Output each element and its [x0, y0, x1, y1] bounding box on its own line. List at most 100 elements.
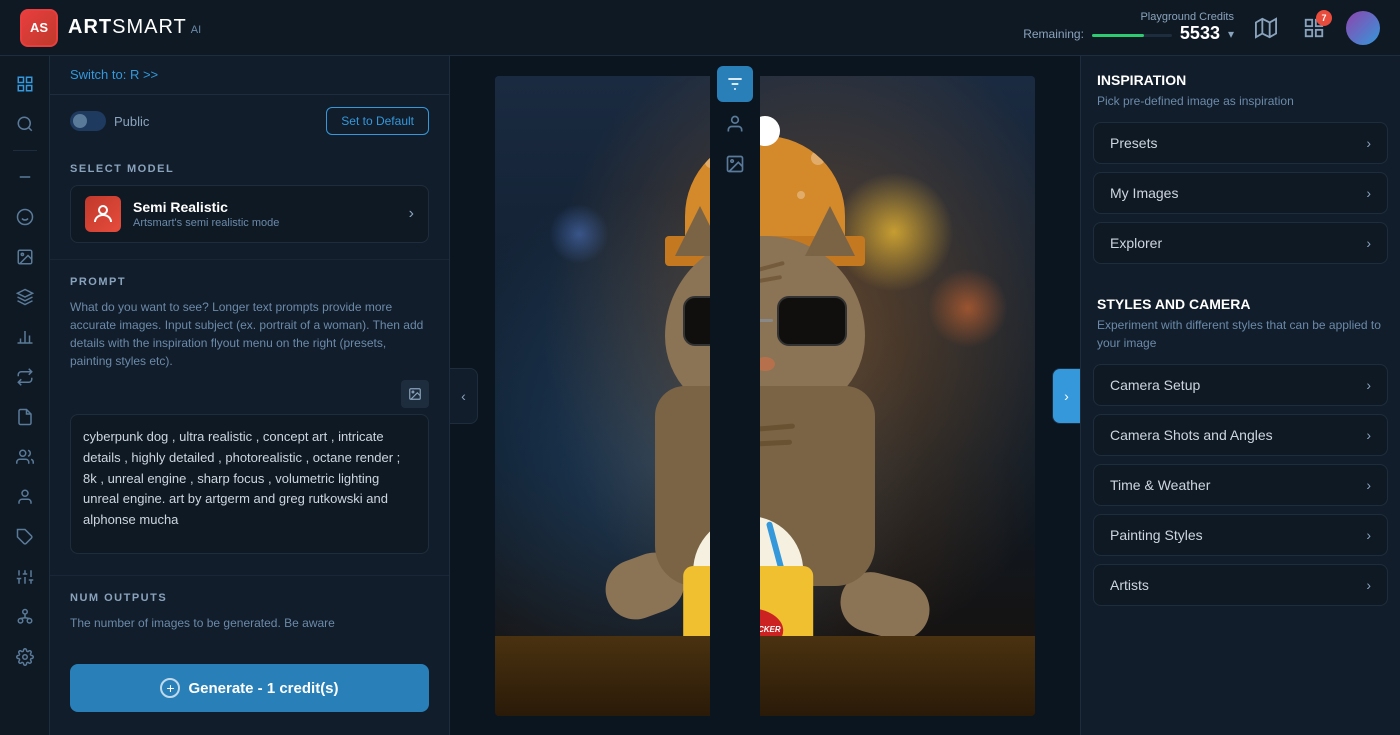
accordion-painting-styles-label: Painting Styles: [1110, 527, 1203, 543]
sidebar-icon-person[interactable]: [7, 479, 43, 515]
cat-body-group: hbehSUCKER: [595, 136, 935, 716]
sidebar-icon-sliders[interactable]: [7, 559, 43, 595]
logo-icon: AS: [20, 9, 58, 47]
credits-label: Playground Credits: [1023, 11, 1234, 23]
prompt-toolbar: [70, 380, 429, 408]
strip-icon-person[interactable]: [717, 106, 753, 142]
right-strip: [710, 56, 760, 735]
accordion-presets-label: Presets: [1110, 135, 1157, 151]
accordion-time-weather-chevron: ›: [1366, 477, 1371, 493]
map-icon-btn[interactable]: [1250, 12, 1282, 44]
accordion-explorer-header[interactable]: Explorer ›: [1094, 223, 1387, 263]
model-selector[interactable]: Semi Realistic Artsmart's semi realistic…: [70, 185, 429, 243]
model-desc: Artsmart's semi realistic mode: [133, 217, 397, 229]
right-panel: INSPIRATION Pick pre-defined image as in…: [1080, 56, 1400, 735]
collapse-left-btn[interactable]: ‹: [450, 368, 478, 424]
accordion-my-images-chevron: ›: [1366, 185, 1371, 201]
credits-dropdown-chevron[interactable]: ▾: [1228, 27, 1234, 41]
accordion-my-images-header[interactable]: My Images ›: [1094, 173, 1387, 213]
accordion-time-weather-header[interactable]: Time & Weather ›: [1094, 465, 1387, 505]
generate-label: Generate - 1 credit(s): [188, 680, 338, 697]
strip-icon-filter[interactable]: [717, 66, 753, 102]
credits-amount: 5533: [1180, 23, 1220, 44]
accordion-artists-chevron: ›: [1366, 577, 1371, 593]
sidebar-icon-document[interactable]: [7, 399, 43, 435]
cat-ear-right: [805, 206, 855, 256]
sidebar-icon-network[interactable]: [7, 599, 43, 635]
prompt-title: PROMPT: [70, 276, 429, 288]
accordion-time-weather: Time & Weather ›: [1093, 464, 1388, 506]
sunglasses: [683, 296, 847, 346]
accordion-camera-setup-label: Camera Setup: [1110, 377, 1200, 393]
switch-to-bar: Switch to: R >>: [50, 56, 449, 95]
accordion-camera-shots-chevron: ›: [1366, 427, 1371, 443]
sidebar-icon-image[interactable]: [7, 239, 43, 275]
sidebar-icon-search[interactable]: [7, 106, 43, 142]
accordion-artists-header[interactable]: Artists ›: [1094, 565, 1387, 605]
left-panel: Switch to: R >> Public Set to Default SE…: [50, 56, 450, 735]
prompt-input[interactable]: cyberpunk dog , ultra realistic , concep…: [70, 414, 429, 554]
center-area: ‹: [450, 56, 1080, 735]
accordion-my-images: My Images ›: [1093, 172, 1388, 214]
sidebar-icon-grid[interactable]: [7, 66, 43, 102]
credits-area: Playground Credits Remaining: 5533 ▾: [1023, 11, 1234, 44]
credits-value: Remaining: 5533 ▾: [1023, 23, 1234, 44]
model-name: Semi Realistic: [133, 199, 397, 215]
styles-title: STYLES AND CAMERA: [1081, 280, 1400, 316]
hat-polka-4: [797, 191, 805, 199]
toggle-wrap: Public: [70, 111, 314, 131]
accordion-camera-shots: Camera Shots and Angles ›: [1093, 414, 1388, 456]
sidebar-icon-transfer[interactable]: [7, 359, 43, 395]
inspiration-desc: Pick pre-defined image as inspiration: [1081, 92, 1400, 122]
sidebar-divider: [13, 150, 37, 151]
credits-bar: [1092, 34, 1172, 37]
accordion-camera-shots-header[interactable]: Camera Shots and Angles ›: [1094, 415, 1387, 455]
generate-plus-icon: +: [160, 678, 180, 698]
accordion-camera-setup-header[interactable]: Camera Setup ›: [1094, 365, 1387, 405]
accordion-my-images-label: My Images: [1110, 185, 1178, 201]
accordion-presets-chevron: ›: [1366, 135, 1371, 151]
grid-icon-btn[interactable]: 7: [1298, 12, 1330, 44]
toggle-label: Public: [114, 114, 149, 129]
accordion-explorer-label: Explorer: [1110, 235, 1162, 251]
hat-polka-3: [811, 151, 825, 165]
credits-bar-fill: [1092, 34, 1144, 37]
model-section: SELECT MODEL Semi Realistic Artsmart's s…: [50, 147, 449, 259]
accordion-camera-setup-chevron: ›: [1366, 377, 1371, 393]
sidebar-icon-face[interactable]: [7, 199, 43, 235]
num-outputs-title: NUM OUTPUTS: [70, 592, 429, 604]
model-info: Semi Realistic Artsmart's semi realistic…: [133, 199, 397, 229]
logo-area: AS ARTSMART AI: [20, 9, 201, 47]
sidebar-icon-minus[interactable]: [7, 159, 43, 195]
app-header: AS ARTSMART AI Playground Credits Remain…: [0, 0, 1400, 56]
accordion-presets-header[interactable]: Presets ›: [1094, 123, 1387, 163]
prompt-image-btn[interactable]: [401, 380, 429, 408]
accordion-painting-styles-header[interactable]: Painting Styles ›: [1094, 515, 1387, 555]
prompt-section: PROMPT What do you want to see? Longer t…: [50, 259, 449, 575]
switch-to-link[interactable]: Switch to: R >>: [70, 67, 158, 82]
styles-desc: Experiment with different styles that ca…: [1081, 316, 1400, 364]
sidebar-icon-puzzle[interactable]: [7, 519, 43, 555]
center-with-strip: ‹: [450, 56, 1080, 735]
icon-sidebar: [0, 56, 50, 735]
accordion-painting-styles-chevron: ›: [1366, 527, 1371, 543]
sidebar-icon-chart[interactable]: [7, 319, 43, 355]
user-avatar[interactable]: [1346, 11, 1380, 45]
num-outputs-desc: The number of images to be generated. Be…: [70, 614, 429, 632]
collapse-right-btn[interactable]: ›: [1052, 368, 1080, 424]
accordion-painting-styles: Painting Styles ›: [1093, 514, 1388, 556]
num-outputs-section: NUM OUTPUTS The number of images to be g…: [50, 575, 449, 648]
accordion-explorer-chevron: ›: [1366, 235, 1371, 251]
model-section-title: SELECT MODEL: [70, 163, 429, 175]
set-default-button[interactable]: Set to Default: [326, 107, 429, 135]
sidebar-icon-layers[interactable]: [7, 279, 43, 315]
sidebar-icon-settings[interactable]: [7, 639, 43, 675]
public-toggle[interactable]: [70, 111, 106, 131]
sidebar-icon-group[interactable]: [7, 439, 43, 475]
styles-section: STYLES AND CAMERA Experiment with differ…: [1081, 280, 1400, 614]
strip-icon-photo[interactable]: [717, 146, 753, 182]
inspiration-title: INSPIRATION: [1081, 56, 1400, 92]
generate-button[interactable]: + Generate - 1 credit(s): [70, 664, 429, 712]
logo-ai-label: AI: [191, 24, 201, 36]
logo-name: ARTSMART: [68, 16, 187, 39]
